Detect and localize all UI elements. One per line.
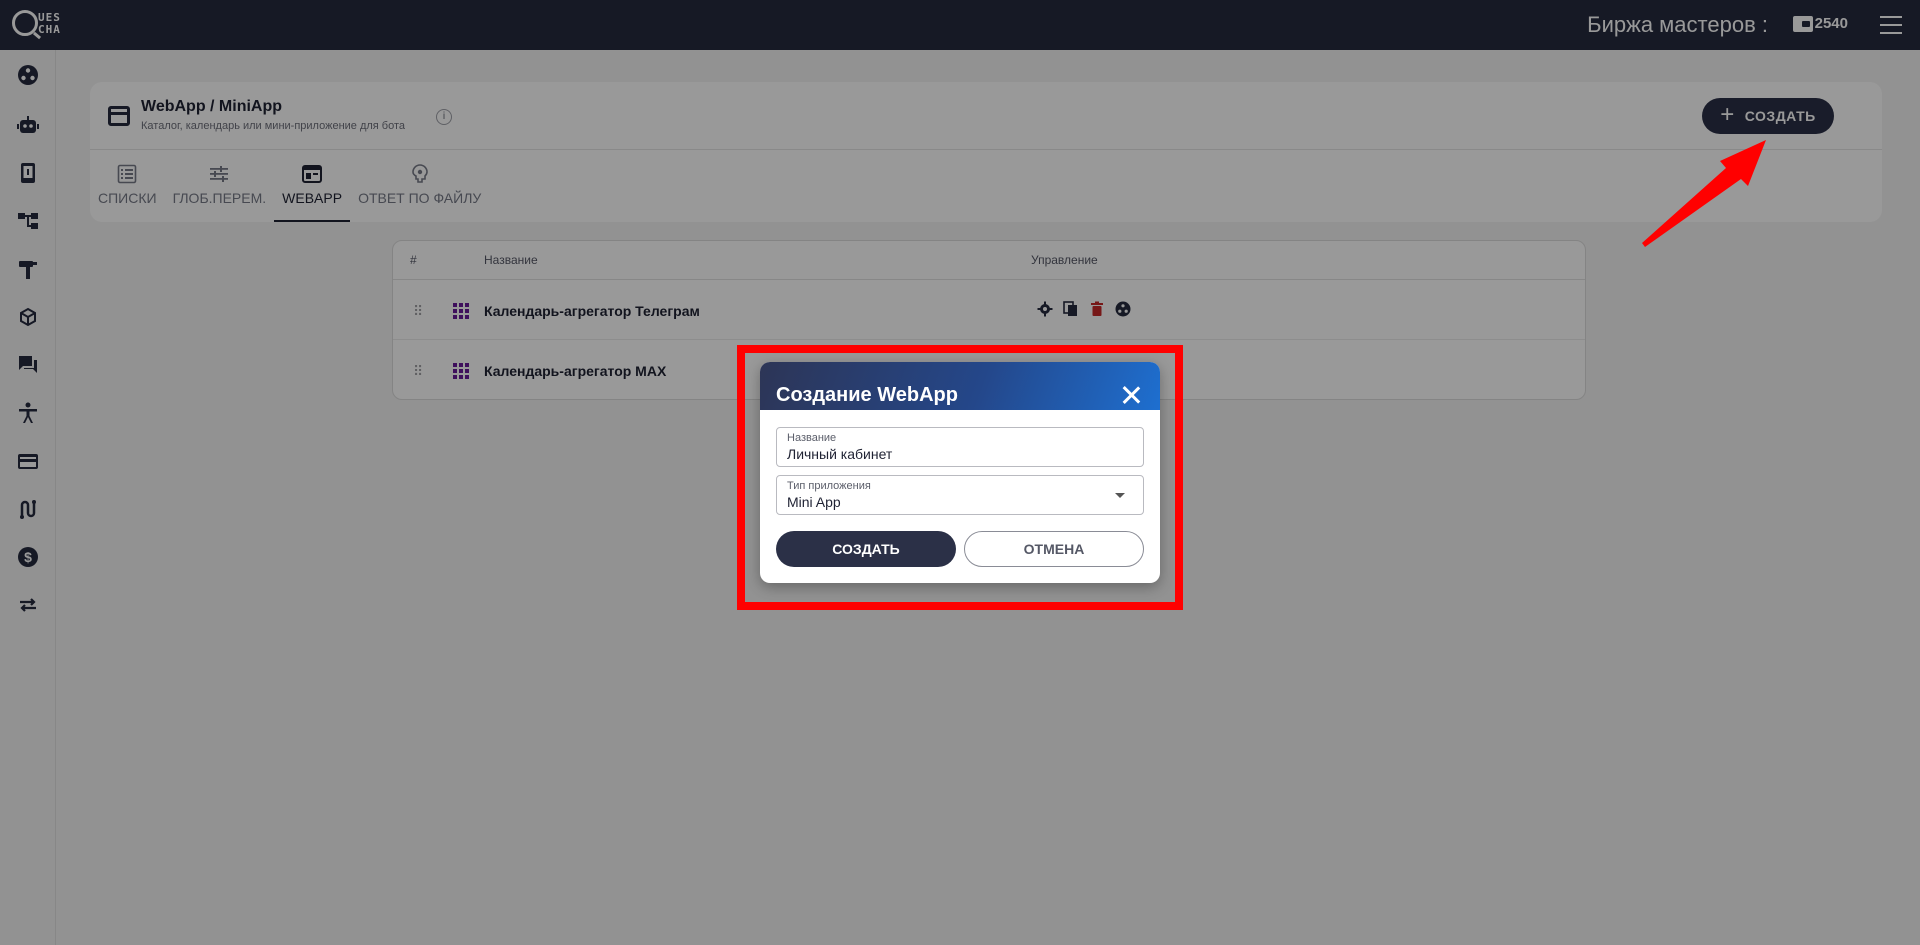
app-type-select[interactable]: Тип приложения Mini App [776,475,1144,515]
name-field[interactable]: Название Личный кабинет [776,427,1144,467]
dialog-cancel-button[interactable]: ОТМЕНА [964,531,1144,567]
app-type-value[interactable]: Mini App [787,494,841,510]
dialog-create-button[interactable]: СОЗДАТЬ [776,531,956,567]
create-webapp-dialog: Создание WebApp Название Личный кабинет … [760,362,1160,583]
name-field-value[interactable]: Личный кабинет [787,446,892,462]
chevron-down-icon[interactable] [1115,493,1125,498]
app-type-label: Тип приложения [787,480,871,492]
name-field-label: Название [787,432,837,444]
annotation-arrow-icon [1642,140,1766,247]
dialog-header: Создание WebApp [760,362,1160,410]
dialog-title: Создание WebApp [776,384,958,406]
close-icon[interactable] [1122,386,1140,404]
